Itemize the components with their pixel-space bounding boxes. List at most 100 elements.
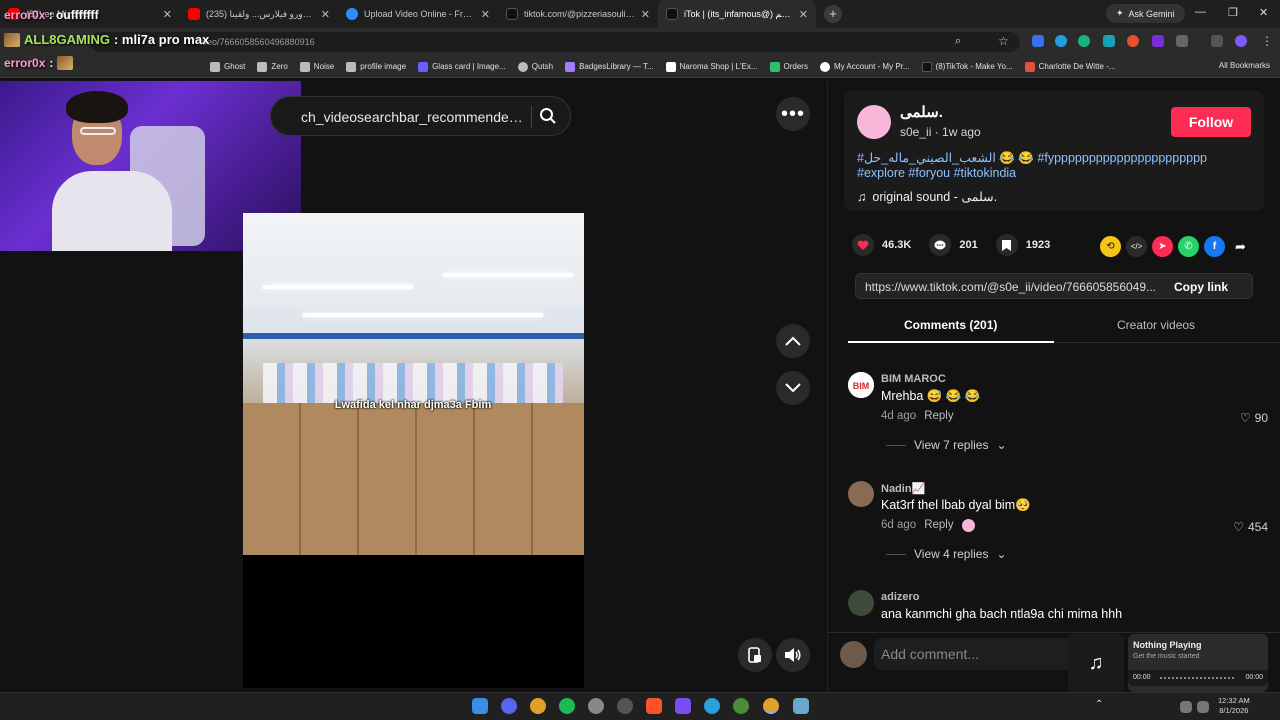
browser-tab[interactable]: tiktok.com/@pizzeriasouli33/liv ✕: [498, 0, 658, 28]
commenter-name[interactable]: BIM MAROC: [881, 373, 946, 385]
obs-icon[interactable]: [588, 698, 604, 714]
extension-icon[interactable]: [1032, 35, 1044, 47]
extension-icon[interactable]: [1055, 35, 1067, 47]
tab-creator-videos[interactable]: Creator videos: [1117, 318, 1195, 332]
view-replies-button[interactable]: View 4 replies ⌄: [886, 547, 1007, 561]
close-icon[interactable]: ✕: [799, 8, 808, 21]
ceiling-light: [303, 313, 543, 317]
video-search-bar[interactable]: ch_videosearchbar_recommended_...: [270, 96, 571, 136]
commenter-name[interactable]: adizero: [881, 591, 920, 603]
share-link-text[interactable]: https://www.tiktok.com/@s0e_ii/video/766…: [865, 280, 1170, 294]
whatsapp-icon[interactable]: ✆: [1178, 236, 1199, 257]
music-widget[interactable]: Nothing Playing Get the music started 00…: [1128, 634, 1268, 692]
app-icon[interactable]: [733, 698, 749, 714]
extension-icon[interactable]: [1078, 35, 1090, 47]
next-video-button[interactable]: [776, 371, 810, 405]
close-icon[interactable]: ✕: [321, 8, 330, 21]
bookmark-item[interactable]: Qutsh: [517, 61, 553, 72]
repost-icon[interactable]: ⟲: [1100, 236, 1121, 257]
like-stat[interactable]: 46.3K: [852, 234, 911, 256]
reply-button[interactable]: Reply: [924, 519, 953, 532]
floating-player-button[interactable]: [738, 638, 772, 672]
network-icon[interactable]: [1180, 701, 1192, 713]
browser-tab-active[interactable]: iTok | (its_infamous@) كريم ✕: [658, 0, 816, 28]
commenter-avatar[interactable]: [848, 590, 874, 616]
bookmark-item[interactable]: (8)TikTok - Make Yo...: [921, 61, 1013, 72]
tab-search-icon[interactable]: [1211, 35, 1223, 47]
bookmark-item[interactable]: profile image: [346, 61, 406, 72]
ask-gemini-button[interactable]: ✦ Ask Gemini: [1106, 4, 1185, 23]
bookmark-star-icon[interactable]: ☆: [998, 34, 1009, 48]
glasses: [80, 127, 116, 135]
new-tab-button[interactable]: +: [824, 5, 842, 23]
bookmark-item[interactable]: Zero: [257, 61, 288, 72]
add-comment-input[interactable]: Add comment...: [874, 638, 1074, 670]
minimize-icon[interactable]: —: [1195, 6, 1206, 18]
sound-link[interactable]: ♫ original sound - سلمى.: [857, 189, 997, 205]
browser-tab[interactable]: Upload Video Online - Free Vid ✕: [338, 0, 498, 28]
close-icon[interactable]: ✕: [481, 8, 490, 21]
brave-icon[interactable]: [646, 698, 662, 714]
extension-icon[interactable]: [1152, 35, 1164, 47]
comment-stat[interactable]: 201: [929, 234, 978, 256]
bookmark-item[interactable]: Noise: [299, 61, 334, 72]
chrome-icon[interactable]: [530, 698, 546, 714]
all-bookmarks-button[interactable]: All Bookmarks: [1219, 61, 1270, 70]
video-player[interactable]: Lwafida kel nhar djma3a Fbim: [243, 213, 584, 555]
address-bar[interactable]: ideo/7666058560496880916: [90, 32, 1020, 52]
author-name[interactable]: سلمى.: [900, 103, 943, 121]
save-stat[interactable]: 1923: [995, 234, 1050, 256]
close-icon[interactable]: ✕: [641, 8, 650, 21]
bookmark-item[interactable]: Charlotte De Witte -...: [1024, 61, 1116, 72]
bookmark-item[interactable]: BadgesLibrary — T...: [565, 61, 654, 72]
author-avatar[interactable]: [857, 105, 891, 139]
author-handle[interactable]: s0e_ii · 1w ago: [900, 125, 981, 139]
bookmark-item[interactable]: Orders: [769, 61, 808, 72]
volume-button[interactable]: [776, 638, 810, 672]
volume-tray-icon[interactable]: [1197, 701, 1209, 713]
puzzle-icon[interactable]: [1176, 35, 1188, 47]
bookmark-item[interactable]: Naroma Shop | L'Ex...: [665, 61, 758, 72]
commenter-avatar[interactable]: BIM: [848, 372, 874, 398]
close-icon[interactable]: ✕: [163, 8, 172, 21]
view-replies-button[interactable]: View 7 replies ⌄: [886, 438, 1007, 452]
kebab-menu-icon[interactable]: ⋮: [1261, 34, 1273, 48]
chrome-icon[interactable]: [763, 698, 779, 714]
browser-tab[interactable]: (235) خرجنا ندورو فيلارس... ولقينا ✕: [180, 0, 338, 28]
app-icon[interactable]: [617, 698, 633, 714]
profile-avatar[interactable]: [1235, 35, 1247, 47]
previous-video-button[interactable]: [776, 324, 810, 358]
search-icon[interactable]: [539, 107, 557, 130]
music-widget-icon-tile[interactable]: ♫: [1068, 634, 1124, 692]
commenter-name[interactable]: Nadin📈: [881, 482, 925, 495]
bookmark-item[interactable]: Glass card | Image...: [418, 61, 506, 72]
tab-comments[interactable]: Comments (201): [904, 318, 997, 332]
embed-code-icon[interactable]: </>: [1126, 236, 1147, 257]
close-window-icon[interactable]: ✕: [1259, 6, 1268, 19]
app-icon[interactable]: [675, 698, 691, 714]
extension-icon[interactable]: [1103, 35, 1115, 47]
facebook-icon[interactable]: f: [1204, 236, 1225, 257]
post-description[interactable]: #الشعب_الصيني_ماله_حل 😂 😂 #fyppppppppppp…: [857, 151, 1257, 181]
more-options-button[interactable]: •••: [776, 97, 810, 131]
share-arrow-icon[interactable]: ➦: [1230, 236, 1251, 257]
send-icon[interactable]: ➤: [1152, 236, 1173, 257]
maximize-icon[interactable]: ❐: [1228, 6, 1238, 19]
comment-like-button[interactable]: ♡ 454: [1233, 520, 1268, 534]
tray-chevron-icon[interactable]: ⌃: [1095, 699, 1103, 710]
zoom-icon[interactable]: ⌕: [955, 35, 961, 48]
clock[interactable]: 12:32 AM 8/1/2026: [1218, 696, 1250, 716]
bookmark-item[interactable]: Ghost: [210, 61, 245, 72]
app-icon[interactable]: [793, 698, 809, 714]
follow-button[interactable]: Follow: [1171, 107, 1251, 137]
extension-icon[interactable]: [1127, 35, 1139, 47]
reply-button[interactable]: Reply: [924, 410, 953, 422]
spotify-icon[interactable]: [559, 698, 575, 714]
comment-like-button[interactable]: ♡ 90: [1240, 411, 1268, 425]
windows-start-icon[interactable]: [472, 698, 488, 714]
bookmark-item[interactable]: My Account - My Pr...: [819, 61, 910, 72]
telegram-icon[interactable]: [704, 698, 720, 714]
discord-icon[interactable]: [501, 698, 517, 714]
commenter-avatar[interactable]: [848, 481, 874, 507]
copy-link-button[interactable]: Copy link: [1174, 280, 1228, 294]
